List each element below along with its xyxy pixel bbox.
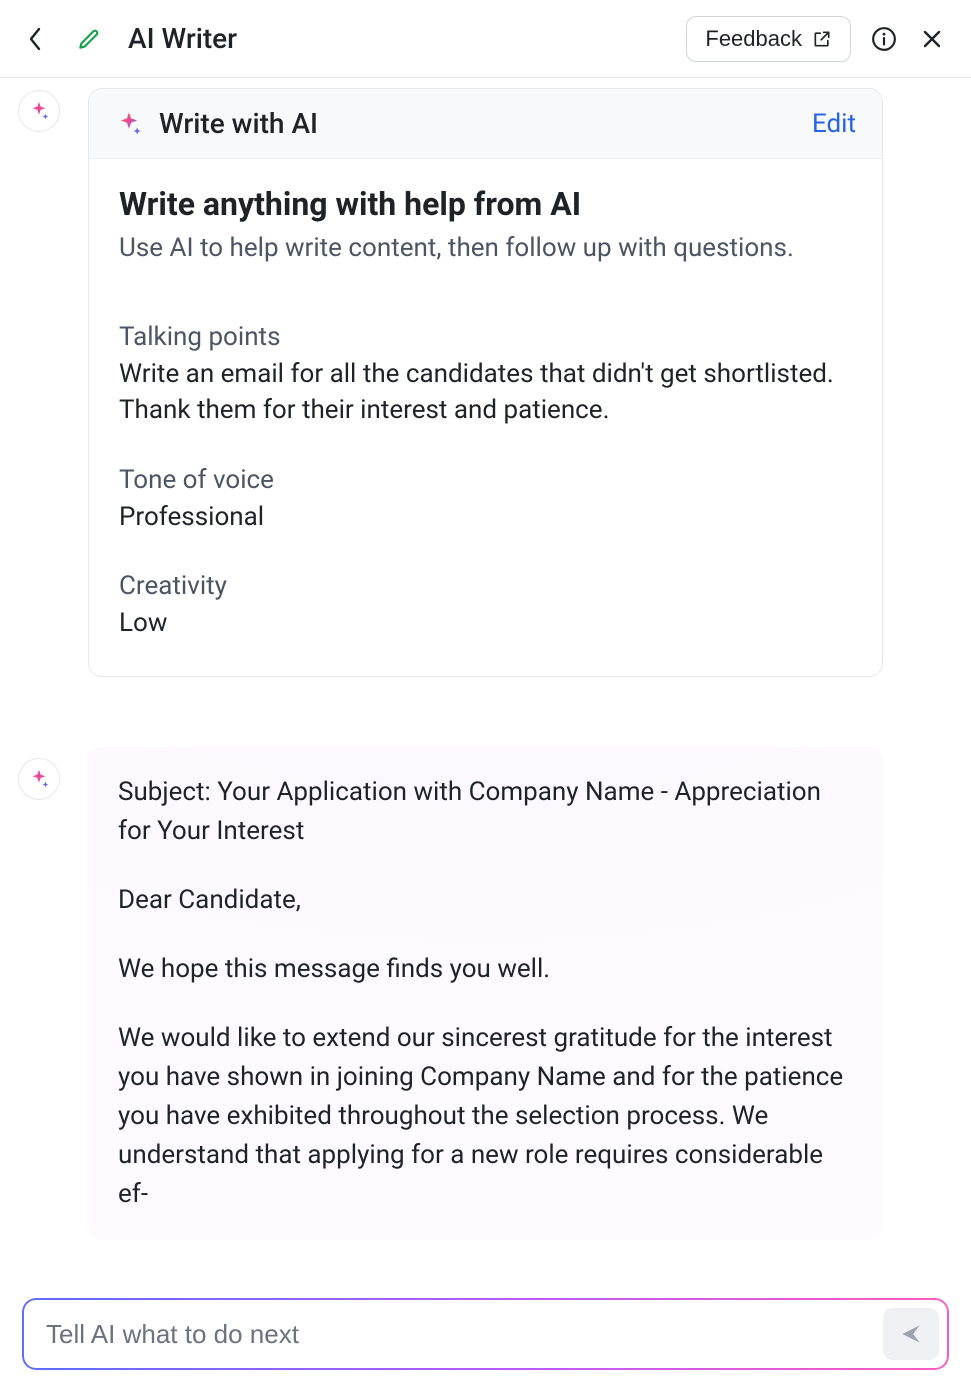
- tone-value: Professional: [119, 499, 852, 535]
- sparkle-icon: [115, 110, 143, 138]
- creativity-label: Creativity: [119, 571, 852, 601]
- page-title: AI Writer: [128, 22, 237, 55]
- info-icon: [871, 26, 897, 52]
- content-area: Write with AI Edit Write anything with h…: [0, 78, 971, 1280]
- prompt-card-header: Write with AI Edit: [89, 89, 882, 159]
- input-bar: [22, 1298, 949, 1370]
- prompt-card-body: Write anything with help from AI Use AI …: [89, 159, 882, 676]
- feedback-label: Feedback: [705, 26, 802, 52]
- sparkle-badge: [18, 758, 60, 800]
- response-line: We would like to extend our sincerest gr…: [118, 1019, 853, 1214]
- creativity-value: Low: [119, 605, 852, 641]
- close-icon: [920, 27, 944, 51]
- response-line: Dear Candidate,: [118, 881, 853, 920]
- send-button[interactable]: [883, 1308, 939, 1360]
- prompt-card: Write with AI Edit Write anything with h…: [88, 88, 883, 677]
- feedback-button[interactable]: Feedback: [686, 16, 851, 62]
- sparkle-badge: [18, 90, 60, 132]
- info-button[interactable]: [869, 24, 899, 54]
- topbar: AI Writer Feedback: [0, 0, 971, 78]
- send-icon: [898, 1321, 924, 1347]
- pencil-icon: [76, 26, 102, 52]
- sparkle-icon: [28, 768, 50, 790]
- ai-response: Subject: Your Application with Company N…: [88, 747, 883, 1240]
- prompt-subtitle: Use AI to help write content, then follo…: [119, 231, 852, 266]
- edit-link[interactable]: Edit: [812, 109, 856, 139]
- sparkle-icon: [28, 100, 50, 122]
- back-button[interactable]: [20, 24, 50, 54]
- close-button[interactable]: [917, 24, 947, 54]
- edit-title-button[interactable]: [74, 24, 104, 54]
- tone-label: Tone of voice: [119, 465, 852, 495]
- response-line: Subject: Your Application with Company N…: [118, 773, 853, 851]
- topbar-right: Feedback: [686, 16, 947, 62]
- external-link-icon: [812, 29, 832, 49]
- prompt-input[interactable]: [46, 1319, 883, 1350]
- prompt-heading: Write anything with help from AI: [119, 185, 852, 223]
- talking-points-value: Write an email for all the candidates th…: [119, 356, 852, 429]
- response-line: We hope this message finds you well.: [118, 950, 853, 989]
- chevron-left-icon: [27, 26, 43, 52]
- prompt-card-title: Write with AI: [159, 107, 318, 140]
- input-area: [0, 1280, 971, 1400]
- topbar-left: AI Writer: [20, 22, 237, 55]
- talking-points-label: Talking points: [119, 322, 852, 352]
